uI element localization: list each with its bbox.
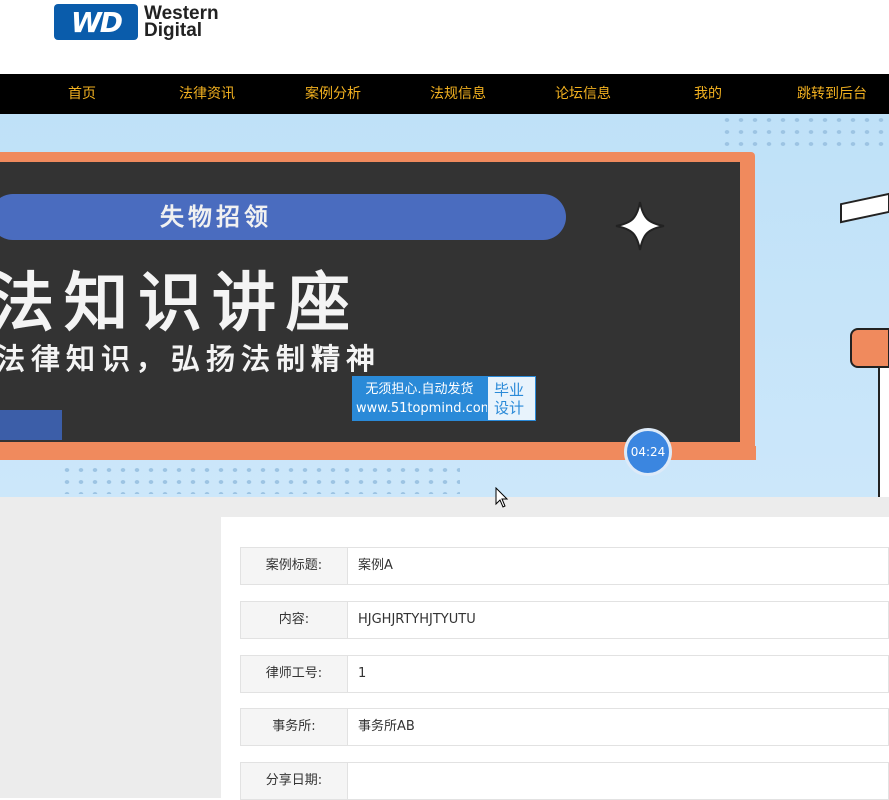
watermark-line-1: 无须担心.自动发货 [365,382,474,397]
illustration-arm [878,368,889,497]
watermark-line-2: www.51topmind.com [356,401,494,416]
board-pill-label: 失物招领 [0,194,566,240]
banner-carousel[interactable]: 失物招领 法知识讲座 法律知识，弘扬法制精神 无须担心.自动发货 www.51t… [0,114,889,497]
watermark-right: 毕业设计 [487,376,536,421]
detail-row-lawyer-id: 律师工号: 1 [240,655,889,693]
row-label: 内容: [240,601,348,639]
western-digital-logo[interactable]: WD Western Digital [54,4,219,40]
nav-regulations[interactable]: 法规信息 [430,74,486,114]
nav-mine[interactable]: 我的 [694,74,722,114]
row-label: 事务所: [240,708,348,746]
row-label: 律师工号: [240,655,348,693]
banner-title: 法知识讲座 [0,267,360,341]
sparkle-icon [615,201,665,251]
row-value: 1 [348,655,889,693]
site-header: WD Western Digital [0,0,889,74]
detail-row-title: 案例标题: 案例A [240,547,889,585]
nav-admin[interactable]: 跳转到后台 [797,74,867,114]
nav-case-analysis[interactable]: 案例分析 [305,74,361,114]
main-nav: 首页 法律资讯 案例分析 法规信息 论坛信息 我的 跳转到后台 [0,74,889,114]
logo-wordmark: Western Digital [144,4,219,41]
wd-logo-mark: WD [54,4,138,40]
watermark-left: 无须担心.自动发货 www.51topmind.com [352,376,494,421]
detail-row-share-date: 分享日期: [240,762,889,800]
nav-home[interactable]: 首页 [68,74,96,114]
nav-legal-news[interactable]: 法律资讯 [179,74,235,114]
banner-dots-decoration [720,114,889,154]
watermark-badge: 无须担心.自动发货 www.51topmind.com 毕业设计 [352,376,536,421]
banner-subtitle: 法律知识，弘扬法制精神 [0,342,382,376]
detail-row-content: 内容: HJGHJRTYHJTYUTU [240,601,889,639]
illustration-hand [850,328,889,368]
banner-dots-decoration-bottom [60,464,460,494]
row-value: 事务所AB [348,708,889,746]
row-value: HJGHJRTYHJTYUTU [348,601,889,639]
row-label: 案例标题: [240,547,348,585]
nav-forum[interactable]: 论坛信息 [555,74,611,114]
board-ledge-decoration [0,410,62,440]
banner-timer: 04:24 [624,428,672,476]
row-value: 案例A [348,547,889,585]
illustration-paper [840,192,889,224]
row-value [348,762,889,800]
logo-line-2: Digital [144,20,203,41]
row-label: 分享日期: [240,762,348,800]
mouse-cursor-icon [495,487,509,508]
detail-row-firm: 事务所: 事务所AB [240,708,889,746]
